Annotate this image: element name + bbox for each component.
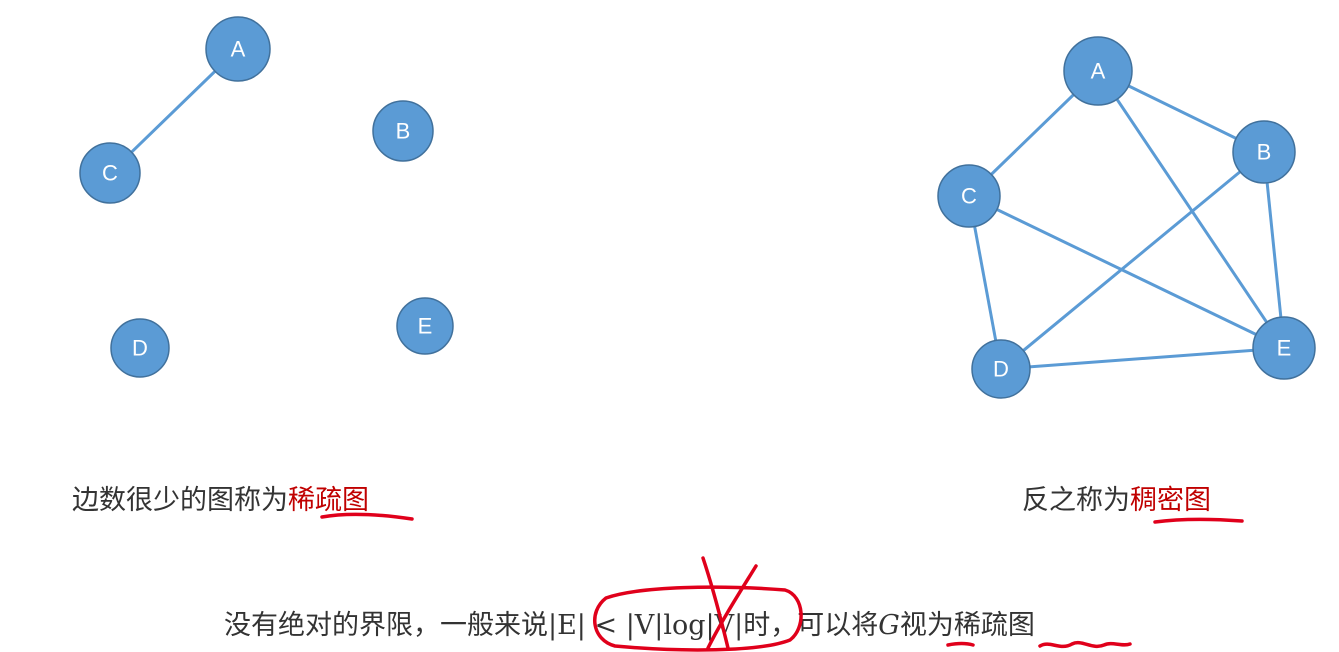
dense-node-c: C — [937, 164, 1001, 228]
sparse-term: 稀疏图 — [288, 485, 369, 516]
rule-variable-g: G — [878, 610, 900, 641]
dense-term: 稠密图 — [1130, 485, 1211, 516]
sparse-caption-text: 边数很少的图称为 — [72, 485, 288, 516]
dense-caption-text: 反之称为 — [1022, 485, 1130, 516]
dense-node-a: A — [1063, 36, 1133, 106]
dense-node-e-label: E — [1277, 336, 1292, 361]
rule-mid: 时，可以将 — [743, 610, 879, 641]
dense-node-a-label: A — [1091, 59, 1106, 84]
dense-node-d: D — [971, 339, 1031, 399]
sparse-node-e-label: E — [418, 314, 433, 339]
sparse-caption: 边数很少的图称为稀疏图 — [72, 478, 369, 517]
rule-mid2: 视为 — [899, 610, 954, 641]
graph-canvas: A B C D E A B C D E — [79, 16, 1316, 399]
sparse-node-d-label: D — [132, 336, 148, 361]
dense-graph-nodes: A B C D E — [937, 36, 1316, 399]
sparse-node-a: A — [205, 16, 271, 82]
slide: ABCDE ABCDE 边数很少的图称为稀疏图 反之称为稠密图 没有绝对的界限，… — [0, 0, 1339, 652]
rule-formula: |E| < |V|log|V| — [548, 610, 744, 641]
dense-node-b: B — [1232, 120, 1296, 184]
rule-prefix: 没有绝对的界限，一般来说 — [224, 610, 548, 641]
dense-edge-d-e — [1000, 346, 1285, 371]
dense-graph-edges — [967, 69, 1286, 371]
dense-edge-c-e — [968, 194, 1285, 350]
sparse-node-e: E — [396, 297, 454, 355]
rule-caption: 没有绝对的界限，一般来说|E| < |V|log|V|时，可以将G视为稀疏图 — [224, 603, 1035, 642]
dense-edge-a-e — [1096, 70, 1286, 349]
rule-term: 稀疏图 — [953, 610, 1035, 641]
sparse-node-d: D — [110, 318, 170, 378]
sparse-node-c-label: C — [102, 161, 118, 186]
dense-node-d-label: D — [993, 357, 1009, 382]
sparse-node-a-label: A — [231, 37, 246, 62]
dense-node-b-label: B — [1257, 140, 1272, 165]
dense-caption: 反之称为稠密图 — [1022, 478, 1211, 517]
sparse-graph-nodes: A B C D E — [79, 16, 454, 378]
sparse-node-c: C — [79, 142, 141, 204]
dense-node-e: E — [1252, 316, 1316, 380]
sparse-node-b: B — [372, 100, 434, 162]
sparse-node-b-label: B — [396, 119, 411, 144]
dense-node-c-label: C — [961, 184, 977, 209]
